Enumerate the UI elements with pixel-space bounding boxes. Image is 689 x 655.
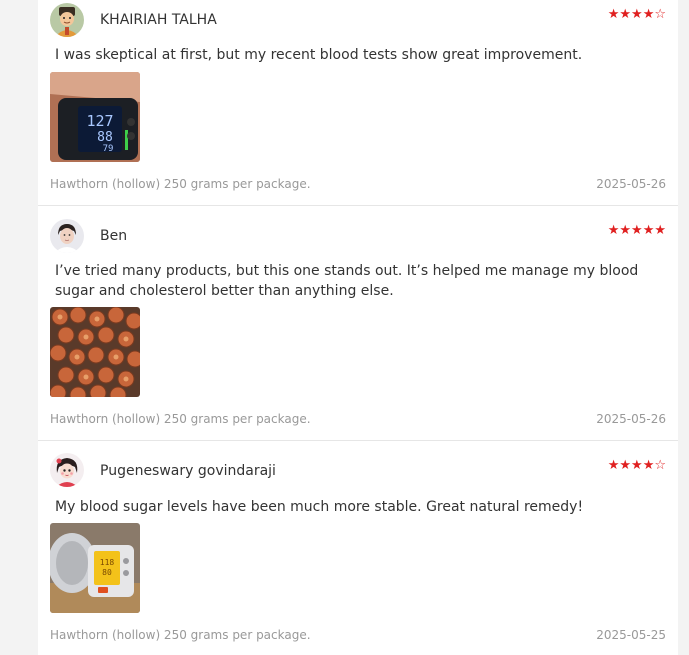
star-filled-icon: ★: [642, 458, 655, 473]
star-filled-icon: ★: [619, 223, 632, 238]
review-item: KHAIRIAH TALHA ★★★★☆ I was skeptical at …: [38, 0, 678, 206]
star-filled-icon: ★: [607, 458, 620, 473]
review-text: I was skeptical at first, but my recent …: [55, 47, 583, 63]
star-filled-icon: ★: [642, 223, 655, 238]
svg-text:127: 127: [86, 112, 113, 130]
review-item: Ben ★★★★★ I’ve tried many products, but …: [38, 206, 678, 441]
product-variant: Hawthorn (hollow) 250 grams per package.: [50, 412, 311, 426]
star-filled-icon: ★: [631, 223, 643, 238]
review-item: Pugeneswary govindaraji ★★★★☆ My blood s…: [38, 441, 678, 655]
reviewer-name: KHAIRIAH TALHA: [100, 12, 217, 28]
star-filled-icon: ★: [619, 7, 632, 22]
blood-pressure-monitor-photo: 118 80: [50, 523, 140, 613]
review-text: My blood sugar levels have been much mor…: [55, 499, 584, 515]
cartoon-avatar-icon: [50, 3, 84, 37]
star-filled-icon: ★: [631, 458, 643, 473]
svg-text:80: 80: [102, 568, 112, 577]
review-date: 2025-05-25: [596, 628, 666, 642]
svg-text:88: 88: [97, 130, 113, 145]
star-filled-icon: ★: [607, 223, 620, 238]
star-rating: ★★★★☆: [608, 8, 666, 21]
review-date: 2025-05-26: [596, 177, 666, 191]
reviewer-avatar[interactable]: [50, 219, 84, 253]
star-filled-icon: ★: [631, 7, 643, 22]
star-rating: ★★★★★: [608, 224, 666, 237]
blood-pressure-monitor-photo: 127 88 79: [50, 72, 140, 162]
review-date: 2025-05-26: [596, 412, 666, 426]
reviewer-avatar[interactable]: [50, 453, 84, 487]
star-filled-icon: ★: [642, 7, 655, 22]
star-filled-icon: ★: [619, 458, 632, 473]
svg-text:118: 118: [100, 558, 115, 567]
svg-text:79: 79: [103, 144, 114, 154]
reviewer-name: Pugeneswary govindaraji: [100, 463, 276, 479]
profile-photo-icon: [50, 219, 84, 253]
cartoon-girl-avatar-icon: [50, 453, 84, 487]
product-variant: Hawthorn (hollow) 250 grams per package.: [50, 177, 311, 191]
review-photo[interactable]: 127 88 79: [50, 72, 140, 162]
reviewer-avatar[interactable]: [50, 3, 84, 37]
dried-hawthorn-photo: [50, 307, 140, 397]
star-filled-icon: ★: [654, 223, 666, 238]
reviewer-name: Ben: [100, 228, 128, 244]
star-empty-icon: ☆: [654, 458, 666, 473]
reviews-panel: KHAIRIAH TALHA ★★★★☆ I was skeptical at …: [38, 0, 678, 655]
review-photo[interactable]: 118 80: [50, 523, 140, 613]
star-empty-icon: ☆: [654, 7, 666, 22]
review-photo[interactable]: [50, 307, 140, 397]
star-rating: ★★★★☆: [608, 459, 666, 472]
product-variant: Hawthorn (hollow) 250 grams per package.: [50, 628, 311, 642]
review-text: I’ve tried many products, but this one s…: [55, 263, 639, 299]
star-filled-icon: ★: [607, 7, 620, 22]
